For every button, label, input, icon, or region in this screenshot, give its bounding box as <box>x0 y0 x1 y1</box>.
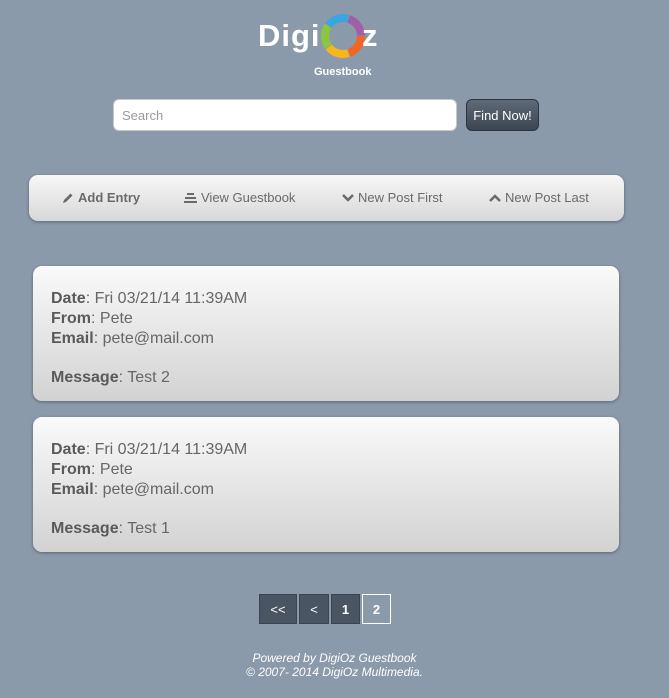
search-input[interactable] <box>113 99 457 131</box>
entry-message-label: Message <box>51 520 119 537</box>
entry-date: Date: Fri 03/21/14 11:39AM <box>51 290 248 307</box>
entry-from-label: From <box>51 310 91 327</box>
entry-message-label: Message <box>51 369 119 386</box>
entry-email-value: pete@mail.com <box>102 481 214 498</box>
brand-name-left: Digi <box>258 18 321 53</box>
pagination: << < 1 2 <box>259 594 393 624</box>
entry-message: Message: Test 2 <box>51 369 170 386</box>
brand-name-right: z <box>362 18 379 53</box>
nav-new-post-first[interactable]: New Post First <box>342 190 443 205</box>
entry-date-label: Date <box>51 441 86 458</box>
entry-date-value: Fri 03/21/14 11:39AM <box>94 441 248 458</box>
nav-new-post-last-label: New Post Last <box>505 190 589 205</box>
entry-from-label: From <box>51 461 91 478</box>
find-now-button[interactable]: Find Now! <box>466 99 539 131</box>
nav-view-guestbook[interactable]: View Guestbook <box>184 190 295 205</box>
nav-add-entry-label: Add Entry <box>78 190 141 205</box>
entry-from-value: Pete <box>99 310 133 327</box>
entry-message-value: Test 2 <box>127 369 170 386</box>
entry-email: Email: pete@mail.com <box>51 481 214 498</box>
pencil-icon <box>63 193 73 203</box>
pagination-prev-button[interactable]: < <box>299 594 329 624</box>
logo-ring-icon <box>321 14 365 58</box>
entry-date-value: Fri 03/21/14 11:39AM <box>94 290 248 307</box>
entry-email-value: pete@mail.com <box>102 330 214 347</box>
pagination-first-button[interactable]: << <box>259 594 297 624</box>
entry-from: From: Pete <box>51 461 133 478</box>
pagination-page-1[interactable]: 1 <box>331 594 360 624</box>
entry-email: Email: pete@mail.com <box>51 330 214 347</box>
nav-new-post-last[interactable]: New Post Last <box>489 190 589 205</box>
chevron-down-icon <box>342 193 354 202</box>
entry-from: From: Pete <box>51 310 133 327</box>
nav-new-post-first-label: New Post First <box>358 190 443 205</box>
footer-copyright: © 2007- 2014 DigiOz Multimedia. <box>246 665 423 679</box>
guestbook-entry: Date: Fri 03/21/14 11:39AM From: Pete Em… <box>33 266 619 401</box>
entry-email-label: Email <box>51 481 94 498</box>
guestbook-nav: Add Entry View Guestbook New Post First … <box>29 175 624 221</box>
entry-from-value: Pete <box>99 461 133 478</box>
entry-email-label: Email <box>51 330 94 347</box>
nav-add-entry[interactable]: Add Entry <box>62 190 140 205</box>
brand-logo[interactable]: Digi z Guestbook <box>258 14 398 80</box>
pagination-page-2[interactable]: 2 <box>362 594 391 624</box>
entry-message: Message: Test 1 <box>51 520 170 537</box>
footer-powered-by: Powered by DigiOz Guestbook <box>252 651 417 665</box>
chevron-up-icon <box>489 193 501 202</box>
entry-message-value: Test 1 <box>127 520 170 537</box>
guestbook-entry: Date: Fri 03/21/14 11:39AM From: Pete Em… <box>33 417 619 552</box>
list-icon <box>184 192 197 203</box>
entry-date-label: Date <box>51 290 86 307</box>
brand-subtitle: Guestbook <box>314 66 372 78</box>
entry-date: Date: Fri 03/21/14 11:39AM <box>51 441 248 458</box>
nav-view-guestbook-label: View Guestbook <box>201 190 296 205</box>
